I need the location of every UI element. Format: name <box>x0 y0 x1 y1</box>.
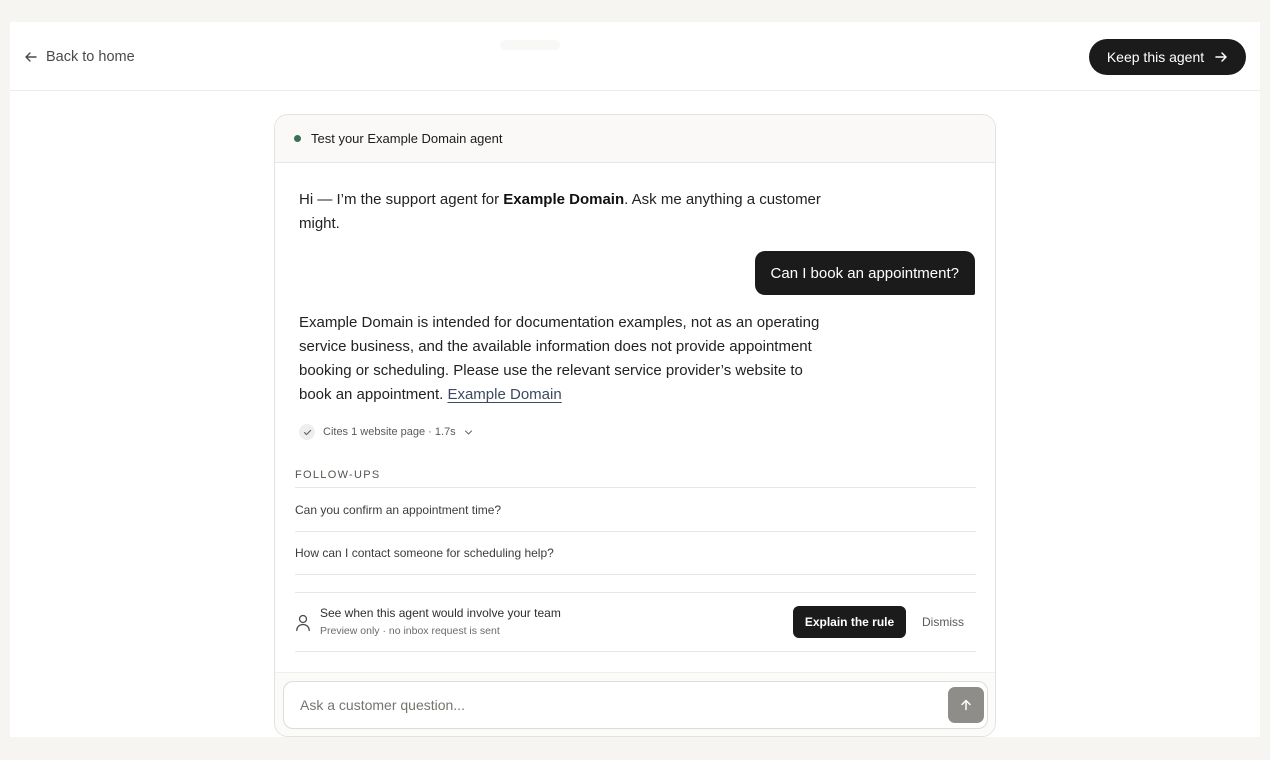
team-escalation-notice: See when this agent would involve your t… <box>295 592 976 652</box>
dismiss-button[interactable]: Dismiss <box>922 615 964 629</box>
send-button[interactable] <box>948 687 984 723</box>
followup-item[interactable]: Can you confirm an appointment time? <box>295 487 976 531</box>
chevron-down-icon <box>464 429 472 435</box>
escalation-subtitle: Preview only · no inbox request is sent <box>320 625 500 637</box>
agent-answer-message: Example Domain is intended for documenta… <box>299 311 839 407</box>
followups-heading: FOLLOW-UPS <box>295 469 381 481</box>
person-icon <box>296 614 310 632</box>
top-bar: Back to home Keep this agent <box>10 22 1260 91</box>
followup-text: Can you confirm an appointment time? <box>295 502 502 517</box>
arrow-left-icon <box>25 52 37 62</box>
citations-toggle[interactable]: Cites 1 website page · 1.7s <box>299 424 473 440</box>
agent-intro-message: Hi — I’m the support agent for Example D… <box>299 188 839 236</box>
check-icon <box>299 424 315 440</box>
arrow-up-icon <box>961 699 971 711</box>
faded-title-placeholder <box>500 40 560 50</box>
chat-header: Test your Example Domain agent <box>275 115 995 163</box>
source-link[interactable]: Example Domain <box>447 386 561 403</box>
status-dot-icon <box>294 135 301 142</box>
intro-text-before: Hi — I’m the support agent for <box>299 191 504 208</box>
keep-agent-label: Keep this agent <box>1106 49 1205 65</box>
composer-area <box>275 672 995 736</box>
arrow-right-icon <box>1215 52 1227 62</box>
back-to-home-label: Back to home <box>46 49 135 65</box>
intro-text-bold: Example Domain <box>503 191 625 208</box>
user-message-text: Can I book an appointment? <box>770 264 959 282</box>
keep-agent-button[interactable]: Keep this agent <box>1089 39 1246 75</box>
chat-panel: Test your Example Domain agent Hi — I’m … <box>274 114 996 737</box>
question-input[interactable] <box>284 682 934 728</box>
citations-label: Cites 1 website page · 1.7s <box>323 426 456 438</box>
user-message-bubble: Can I book an appointment? <box>754 251 975 295</box>
followup-text: How can I contact someone for scheduling… <box>295 546 554 560</box>
message-composer <box>283 681 988 729</box>
explain-rule-button[interactable]: Explain the rule <box>793 606 906 638</box>
app-frame: Back to home Keep this agent Test your E… <box>10 22 1260 737</box>
chat-header-title: Test your Example Domain agent <box>311 131 503 146</box>
back-to-home-link[interactable]: Back to home <box>24 46 135 68</box>
escalation-title: See when this agent would involve your t… <box>320 606 561 620</box>
followup-item[interactable]: How can I contact someone for scheduling… <box>295 531 976 575</box>
